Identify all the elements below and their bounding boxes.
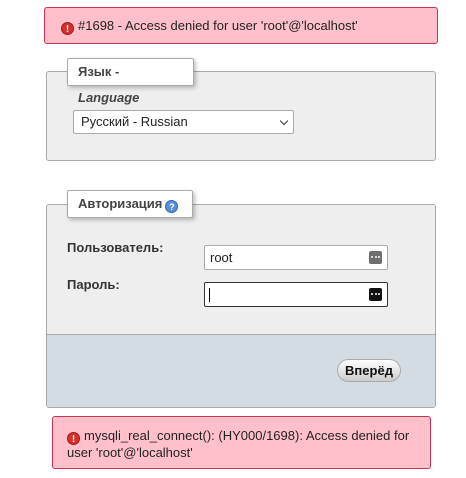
- chevron-down-icon: [279, 116, 289, 126]
- key-icon[interactable]: [369, 251, 382, 264]
- language-legend-italic: Language: [78, 90, 140, 105]
- language-legend-label: Язык -: [78, 64, 120, 79]
- login-legend: Авторизация?: [67, 190, 193, 218]
- error-message-bottom: ! mysqli_real_connect(): (HY000/1698): Ac…: [52, 416, 431, 469]
- error-icon: !: [67, 432, 80, 445]
- password-input[interactable]: [204, 282, 388, 307]
- username-input[interactable]: root: [204, 245, 388, 270]
- submit-button[interactable]: Вперёд: [337, 359, 401, 382]
- language-legend: Язык - Language: [67, 58, 194, 105]
- password-label: Пароль:: [67, 277, 120, 292]
- login-legend-label: Авторизация: [78, 196, 163, 211]
- language-select-value: Русский - Russian: [81, 114, 188, 129]
- help-icon[interactable]: ?: [165, 200, 179, 213]
- error-message-top: ! #1698 - Access denied for user 'root'@'…: [44, 7, 438, 44]
- error-text: #1698 - Access denied for user 'root'@'l…: [78, 18, 358, 33]
- key-icon[interactable]: [369, 288, 382, 301]
- text-caret: [209, 288, 210, 302]
- error-icon: !: [61, 22, 74, 35]
- username-label: Пользователь:: [67, 240, 164, 255]
- username-value: root: [210, 250, 233, 265]
- error-text: mysqli_real_connect(): (HY000/1698): Acc…: [67, 428, 410, 460]
- language-select[interactable]: Русский - Russian: [73, 110, 294, 134]
